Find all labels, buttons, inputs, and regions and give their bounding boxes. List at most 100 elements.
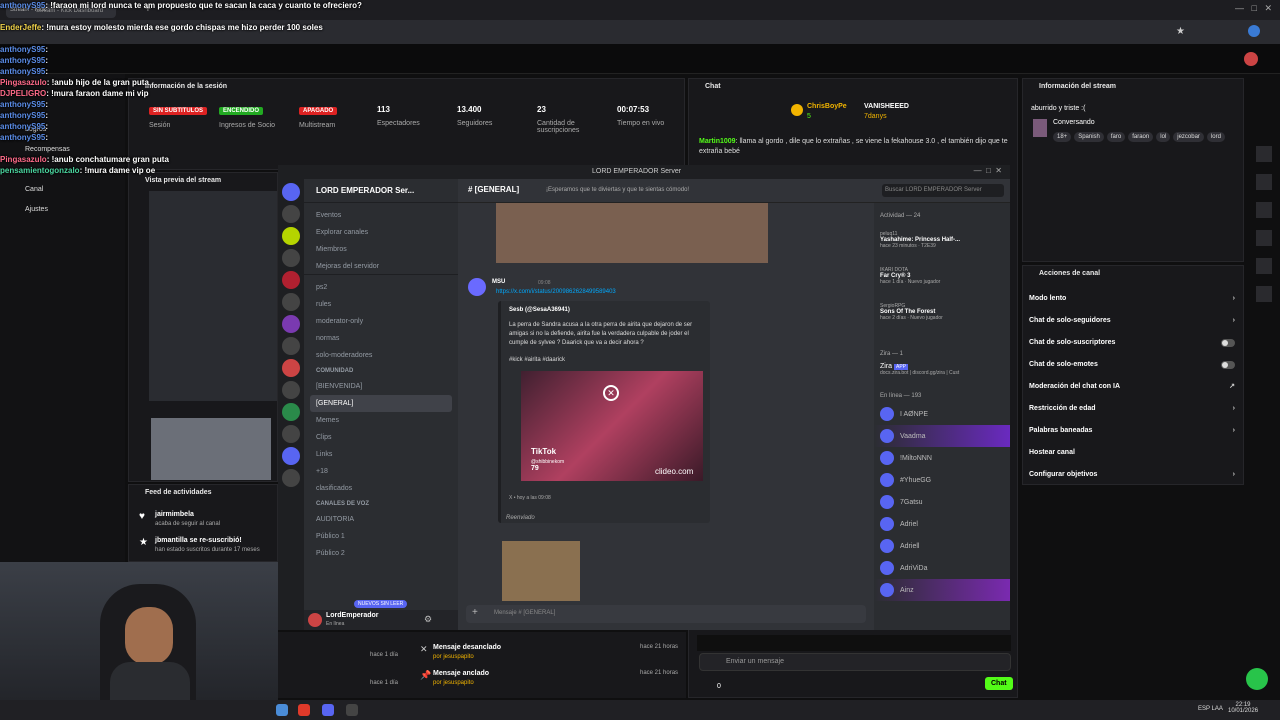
- nav-miembros[interactable]: Miembros: [304, 241, 458, 258]
- user-avatar[interactable]: [308, 613, 322, 627]
- discord-taskbar-icon[interactable]: [322, 704, 334, 716]
- voice-channel[interactable]: Público 2: [304, 545, 458, 562]
- top-gifter[interactable]: ChrisBoyPe: [807, 103, 847, 110]
- log-by[interactable]: por jesuspapito: [433, 680, 474, 686]
- server-icon[interactable]: [282, 293, 300, 311]
- action-solo-emotes[interactable]: Chat de solo-emotes: [1023, 354, 1243, 376]
- search-input[interactable]: Buscar LORD EMPERADOR Server: [882, 184, 1004, 197]
- voice-channel[interactable]: AUDITORIA: [304, 511, 458, 528]
- channel-item[interactable]: Memes: [304, 412, 458, 429]
- member-item[interactable]: AdriViDa: [874, 557, 1010, 579]
- user-avatar[interactable]: [1244, 52, 1258, 66]
- chat-bubble-icon[interactable]: [1246, 668, 1268, 690]
- tool-icon[interactable]: [1256, 202, 1272, 218]
- log-by[interactable]: por jesuspapito: [433, 654, 474, 660]
- action-hostear[interactable]: Hostear canal: [1023, 442, 1243, 464]
- server-icon[interactable]: [282, 205, 300, 223]
- server-icon[interactable]: [282, 183, 300, 201]
- new-unread-badge[interactable]: NUEVOS SIN LEER: [354, 600, 408, 608]
- action-solo-seguidores[interactable]: Chat de solo-seguidores ›: [1023, 310, 1243, 332]
- message-input[interactable]: + Mensaje # [GENERAL]: [466, 605, 866, 623]
- stream-preview-image[interactable]: [149, 191, 277, 401]
- activity-card[interactable]: IKARI DOTA Far Cry® 3 hace 1 día · Nuevo…: [880, 267, 1004, 303]
- member-item[interactable]: #YhueGG: [874, 469, 1010, 491]
- settings-icon[interactable]: ⚙: [424, 614, 432, 625]
- tool-icon[interactable]: [1256, 286, 1272, 302]
- activity-user[interactable]: jbmantilla se re-suscribió!: [155, 537, 242, 544]
- server-icon[interactable]: [282, 359, 300, 377]
- server-icon[interactable]: [282, 249, 300, 267]
- tool-icon[interactable]: [1256, 146, 1272, 162]
- category-name[interactable]: Conversando: [1053, 119, 1095, 126]
- category-header[interactable]: COMUNIDAD: [304, 364, 458, 378]
- server-icon[interactable]: [282, 337, 300, 355]
- action-palabras-baneadas[interactable]: Palabras baneadas ›: [1023, 420, 1243, 442]
- nav-eventos[interactable]: Eventos: [304, 207, 458, 224]
- bookmark-star-icon[interactable]: ★: [1176, 26, 1185, 37]
- action-moderacion-ia[interactable]: Moderación del chat con IA ↗: [1023, 376, 1243, 398]
- message-author[interactable]: MSU: [492, 279, 505, 285]
- member-item[interactable]: !MiltoNNN: [874, 447, 1010, 469]
- server-icon[interactable]: [282, 425, 300, 443]
- action-restriccion-edad[interactable]: Restricción de edad ›: [1023, 398, 1243, 420]
- channel-item[interactable]: rules: [304, 296, 458, 313]
- language-indicator[interactable]: ESP LAA: [1198, 706, 1223, 712]
- voice-channel[interactable]: Público 1: [304, 528, 458, 545]
- activity-card[interactable]: SergioRPG Sons Of The Forest hace 2 días…: [880, 303, 1004, 339]
- channel-item[interactable]: ps2: [304, 279, 458, 296]
- browser-taskbar-icon[interactable]: [276, 704, 288, 716]
- action-solo-suscriptores[interactable]: Chat de solo-suscriptores: [1023, 332, 1243, 354]
- member-item[interactable]: Adriel: [874, 513, 1010, 535]
- toggle-switch[interactable]: [1221, 361, 1235, 369]
- member-item[interactable]: Adriell: [874, 535, 1010, 557]
- nav-explorar[interactable]: Explorar canales: [304, 224, 458, 241]
- sidebar-item-ajustes[interactable]: Ajustes: [25, 206, 48, 213]
- channel-item[interactable]: solo-moderadores: [304, 347, 458, 364]
- author-avatar[interactable]: [468, 278, 486, 296]
- tool-icon[interactable]: [1256, 230, 1272, 246]
- window-controls[interactable]: — □ ✕: [1235, 3, 1272, 14]
- server-name[interactable]: LORD EMPERADOR Ser...: [304, 179, 458, 203]
- tool-icon[interactable]: [1256, 258, 1272, 274]
- channel-item[interactable]: Clips: [304, 429, 458, 446]
- obs-taskbar-icon[interactable]: [346, 704, 358, 716]
- add-attachment-icon[interactable]: +: [472, 607, 478, 618]
- discord-window-controls[interactable]: — □ ✕: [974, 166, 1002, 175]
- member-item[interactable]: Ainz: [874, 579, 1010, 601]
- app-taskbar-icon[interactable]: [298, 704, 310, 716]
- action-modo-lento[interactable]: Modo lento ›: [1023, 288, 1243, 310]
- sidebar-item-canal[interactable]: Canal: [25, 186, 43, 193]
- profile-avatar[interactable]: [1248, 25, 1260, 37]
- action-objetivos[interactable]: Configurar objetivos ›: [1023, 464, 1243, 486]
- server-icon[interactable]: [282, 271, 300, 289]
- chat-user[interactable]: Martin1009: [699, 138, 736, 145]
- server-icon[interactable]: [282, 381, 300, 399]
- channel-item-selected[interactable]: [GENERAL]: [310, 395, 452, 412]
- channel-item[interactable]: +18: [304, 463, 458, 480]
- bot-member[interactable]: Zira APP docs.zira.bot | discord.gg/zira…: [880, 363, 1004, 376]
- member-item[interactable]: Vaadma: [874, 425, 1010, 447]
- member-item[interactable]: I AØNPE: [874, 403, 1010, 425]
- tool-icon[interactable]: [1256, 174, 1272, 190]
- tiktok-video[interactable]: ✕ TikTok @shibbinekom 79 clideo.com: [521, 371, 703, 481]
- emote-bar[interactable]: [697, 635, 1011, 651]
- close-video-icon[interactable]: ✕: [603, 385, 619, 401]
- forwarded-image[interactable]: [502, 541, 580, 601]
- activity-card[interactable]: peluq11 Yashahime: Princess Half-... hac…: [880, 231, 1004, 267]
- send-chat-button[interactable]: Chat: [985, 677, 1013, 690]
- channel-item[interactable]: [BIENVENIDA]: [304, 378, 458, 395]
- channel-item[interactable]: normas: [304, 330, 458, 347]
- server-icon[interactable]: [282, 469, 300, 487]
- channel-item[interactable]: Links: [304, 446, 458, 463]
- member-item[interactable]: 7Gatsu: [874, 491, 1010, 513]
- server-icon[interactable]: [282, 315, 300, 333]
- nav-mejoras[interactable]: Mejoras del servidor: [304, 258, 458, 275]
- channel-item[interactable]: moderator-only: [304, 313, 458, 330]
- toggle-switch[interactable]: [1221, 339, 1235, 347]
- message-link[interactable]: https://x.com/i/status/20098626284995894…: [496, 289, 616, 295]
- server-icon[interactable]: [282, 447, 300, 465]
- channel-item[interactable]: clasificados: [304, 480, 458, 497]
- category-header[interactable]: CANALES DE VOZ: [304, 497, 458, 511]
- activity-user[interactable]: jairmimbela: [155, 511, 194, 518]
- chat-input[interactable]: Enviar un mensaje: [699, 653, 1011, 671]
